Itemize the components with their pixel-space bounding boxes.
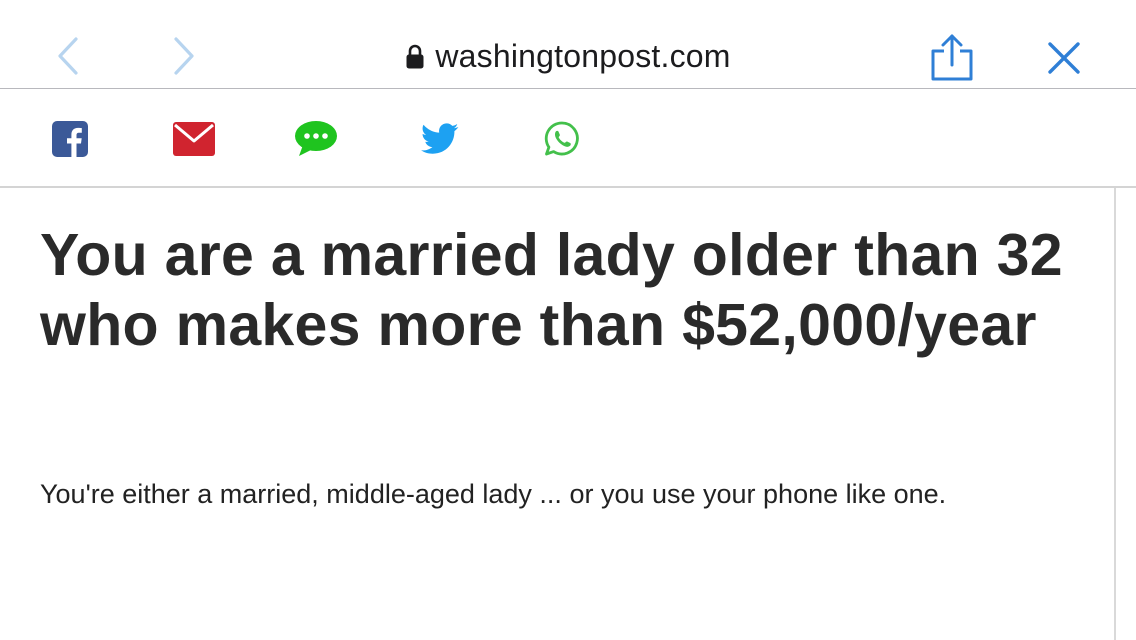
- facebook-share-button[interactable]: [48, 117, 92, 161]
- close-button[interactable]: [1040, 36, 1088, 80]
- article-dek: You're either a married, middle-aged lad…: [40, 479, 947, 509]
- forward-button[interactable]: [164, 32, 204, 80]
- facebook-icon: [52, 121, 88, 157]
- article-headline: You are a married lady older than 32 who…: [40, 222, 1063, 358]
- whatsapp-icon: [544, 121, 579, 156]
- sms-share-button[interactable]: [294, 117, 338, 161]
- browser-toolbar: washingtonpost.com: [0, 0, 1136, 89]
- chevron-left-icon: [58, 37, 78, 75]
- content-scroll-divider: [1114, 188, 1116, 640]
- lock-icon: [406, 44, 424, 69]
- email-share-button[interactable]: [172, 117, 216, 161]
- back-button[interactable]: [48, 32, 88, 80]
- address-bar[interactable]: washingtonpost.com: [300, 34, 836, 78]
- url-text: washingtonpost.com: [435, 37, 731, 74]
- whatsapp-share-button[interactable]: [540, 117, 584, 161]
- social-share-bar: [0, 89, 1136, 188]
- share-button[interactable]: [926, 32, 978, 82]
- twitter-bird-icon: [421, 123, 459, 154]
- close-icon: [1048, 42, 1080, 74]
- envelope-icon: [173, 122, 215, 156]
- twitter-share-button[interactable]: [418, 117, 462, 161]
- chevron-right-icon: [174, 37, 194, 75]
- share-icon: [931, 34, 973, 81]
- speech-bubble-icon: [295, 121, 337, 156]
